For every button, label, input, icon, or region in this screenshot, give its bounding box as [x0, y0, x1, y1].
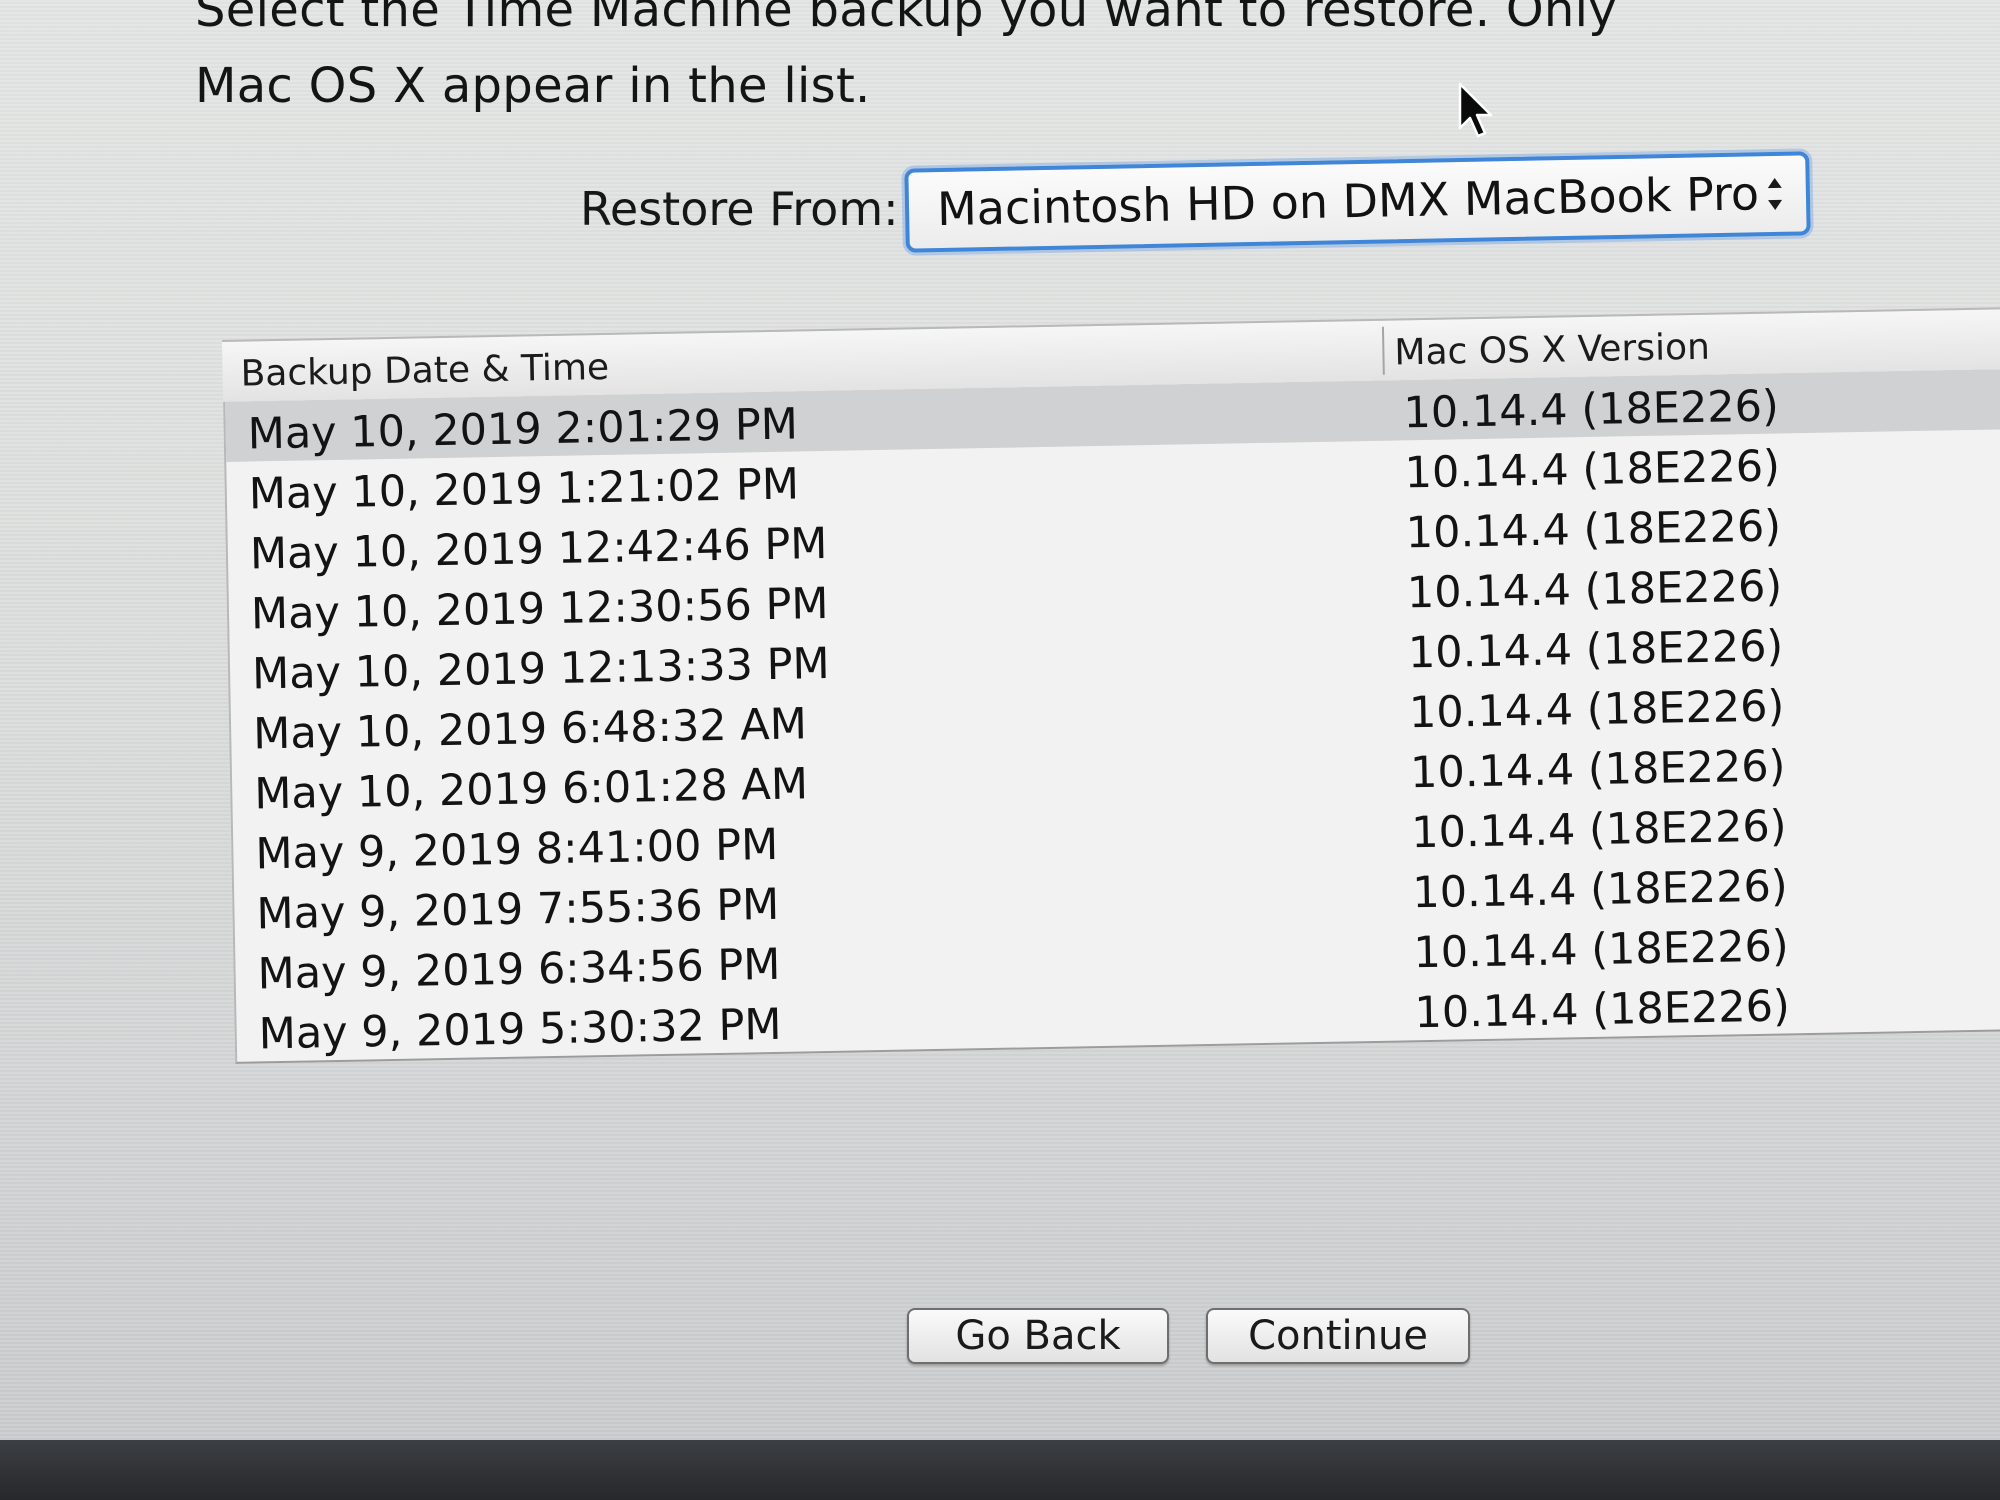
backup-date-cell: May 10, 2019 1:21:02 PM	[248, 459, 800, 520]
column-header-version[interactable]: Mac OS X Version	[1394, 327, 1710, 374]
go-back-button[interactable]: Go Back	[907, 1308, 1169, 1364]
os-version-cell: 10.14.4 (18E226)	[1407, 621, 1784, 679]
backup-date-cell: May 10, 2019 12:42:46 PM	[249, 518, 828, 580]
instruction-line-2: Mac OS X appear in the list.	[195, 58, 871, 114]
restore-from-selected-value: Macintosh HD on DMX MacBook Pro	[936, 166, 1760, 237]
os-version-cell: 10.14.4 (18E226)	[1411, 861, 1789, 919]
backup-date-cell: May 9, 2019 5:30:32 PM	[258, 999, 782, 1060]
backup-date-cell: May 10, 2019 6:48:32 AM	[252, 699, 808, 760]
column-header-date[interactable]: Backup Date & Time	[240, 347, 609, 395]
table-body: May 10, 2019 2:01:29 PM 10.14.4 (18E226)…	[223, 368, 2000, 1064]
backup-date-cell: May 9, 2019 7:55:36 PM	[256, 879, 780, 940]
backup-date-cell: May 10, 2019 12:30:56 PM	[250, 578, 829, 640]
os-version-cell: 10.14.4 (18E226)	[1404, 441, 1781, 499]
backup-date-cell: May 9, 2019 8:41:00 PM	[254, 819, 779, 880]
restore-from-label: Restore From:	[580, 182, 899, 236]
os-version-cell: 10.14.4 (18E226)	[1406, 561, 1783, 619]
up-down-chevron-icon	[1759, 164, 1790, 225]
os-version-cell: 10.14.4 (18E226)	[1408, 681, 1785, 739]
os-version-cell: 10.14.4 (18E226)	[1403, 381, 1780, 439]
arrow-cursor-icon	[1458, 82, 1498, 142]
os-version-cell: 10.14.4 (18E226)	[1410, 801, 1787, 859]
restore-from-popup[interactable]: Macintosh HD on DMX MacBook Pro	[904, 151, 1811, 253]
continue-button[interactable]: Continue	[1206, 1308, 1470, 1364]
backup-date-cell: May 9, 2019 6:34:56 PM	[257, 939, 781, 1000]
os-version-cell: 10.14.4 (18E226)	[1414, 981, 1791, 1039]
backup-date-cell: May 10, 2019 12:13:33 PM	[251, 638, 831, 700]
backup-date-cell: May 10, 2019 2:01:29 PM	[247, 399, 799, 460]
os-version-cell: 10.14.4 (18E226)	[1412, 921, 1790, 979]
os-version-cell: 10.14.4 (18E226)	[1405, 501, 1782, 559]
instruction-line-1: Select the Time Machine backup you want …	[195, 0, 1617, 38]
backup-table: Backup Date & Time Mac OS X Version May …	[222, 306, 2000, 1080]
backup-date-cell: May 10, 2019 6:01:28 AM	[253, 759, 809, 820]
column-divider[interactable]	[1381, 326, 1385, 375]
os-version-cell: 10.14.4 (18E226)	[1409, 741, 1786, 799]
instruction-text: Select the Time Machine backup you want …	[195, 0, 1895, 124]
monitor-bezel	[0, 1440, 2000, 1500]
